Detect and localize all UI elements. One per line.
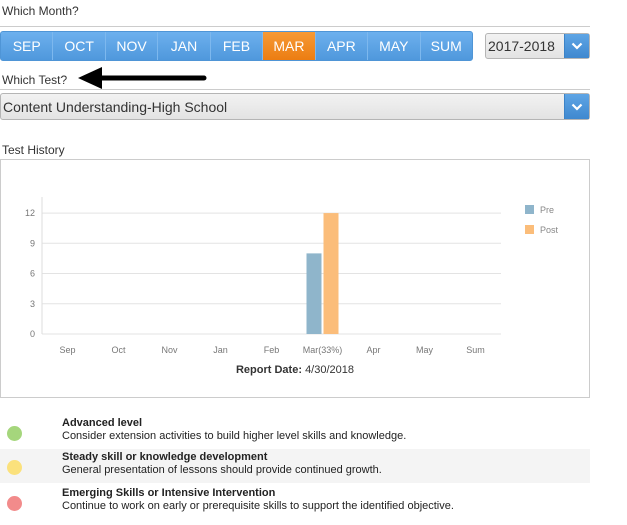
report-date: Report Date: 4/30/2018 [0,364,590,376]
x-tick-label: Oct [111,345,126,355]
bar-pre [306,253,322,334]
x-tick-label: Mar(33%) [303,345,343,355]
x-tick-label: May [416,345,434,355]
month-button-jan[interactable]: JAN [158,32,211,60]
test-history-label: Test History [2,143,65,157]
which-test-label: Which Test? [2,73,68,87]
month-button-apr[interactable]: APR [315,32,369,60]
which-month-label: Which Month? [2,4,79,18]
report-date-value: 4/30/2018 [305,364,354,376]
key-row: Emerging Skills or Intensive Interventio… [0,485,590,519]
month-button-may[interactable]: MAY [368,32,421,60]
key-row: Advanced level Consider extension activit… [0,415,590,449]
level-dot-icon [7,460,22,475]
y-tick-label: 6 [30,269,35,279]
chevron-down-icon[interactable] [564,94,589,119]
month-button-sum[interactable]: SUM [420,32,472,60]
legend-swatch [525,225,534,234]
key-title: Steady skill or knowledge development [62,451,268,463]
report-date-label: Report Date: [235,364,302,376]
month-button-nov[interactable]: NOV [105,32,159,60]
key-title: Emerging Skills or Intensive Interventio… [62,487,276,499]
x-tick-label: Nov [161,345,178,355]
y-tick-label: 9 [30,238,35,248]
year-select[interactable]: 2017-2018 [485,33,590,59]
chart-canvas: 0 3 6 9 12 Sep Oct Nov Jan Feb Mar(33%) Apr May Sum Pr… [25,197,559,355]
bar-post [323,213,339,334]
month-divider [0,26,590,27]
y-tick-label: 12 [25,208,35,218]
legend-swatch [525,205,534,214]
test-divider [0,89,590,90]
month-button-feb[interactable]: FEB [210,32,264,60]
key-description: Continue to work on early or prerequisit… [62,500,454,512]
x-tick-label: Sep [59,345,75,355]
month-selector: SEP OCT NOV JAN FEB MAR APR MAY SUM [0,31,473,61]
level-dot-icon [7,426,22,441]
key-description: Consider extension activities to build h… [62,430,407,442]
x-tick-label: Feb [264,345,280,355]
y-tick-label: 0 [30,329,35,339]
test-history-chart: 0 3 6 9 12 Sep Oct Nov Jan Feb Mar(33%) Apr May Sum Pr… [0,159,590,398]
chevron-down-icon[interactable] [564,34,589,58]
month-button-mar[interactable]: MAR [263,32,316,60]
year-select-value: 2017-2018 [488,38,555,54]
test-select-value: Content Understanding-High School [3,98,228,115]
month-button-sep[interactable]: SEP [1,32,54,60]
x-tick-label: Sum [466,345,485,355]
key-row: Steady skill or knowledge development Gen… [0,449,590,483]
x-tick-label: Apr [366,345,380,355]
key-description: General presentation of lessons should p… [62,464,382,476]
x-tick-label: Jan [213,345,228,355]
y-tick-label: 3 [30,299,35,309]
pointer-arrow-icon [78,67,207,89]
level-dot-icon [7,496,22,511]
legend-label: Pre [540,205,554,215]
key-title: Advanced level [62,417,143,429]
legend-label: Post [540,225,559,235]
test-select[interactable]: Content Understanding-High School [0,93,590,120]
month-button-oct[interactable]: OCT [53,32,106,60]
